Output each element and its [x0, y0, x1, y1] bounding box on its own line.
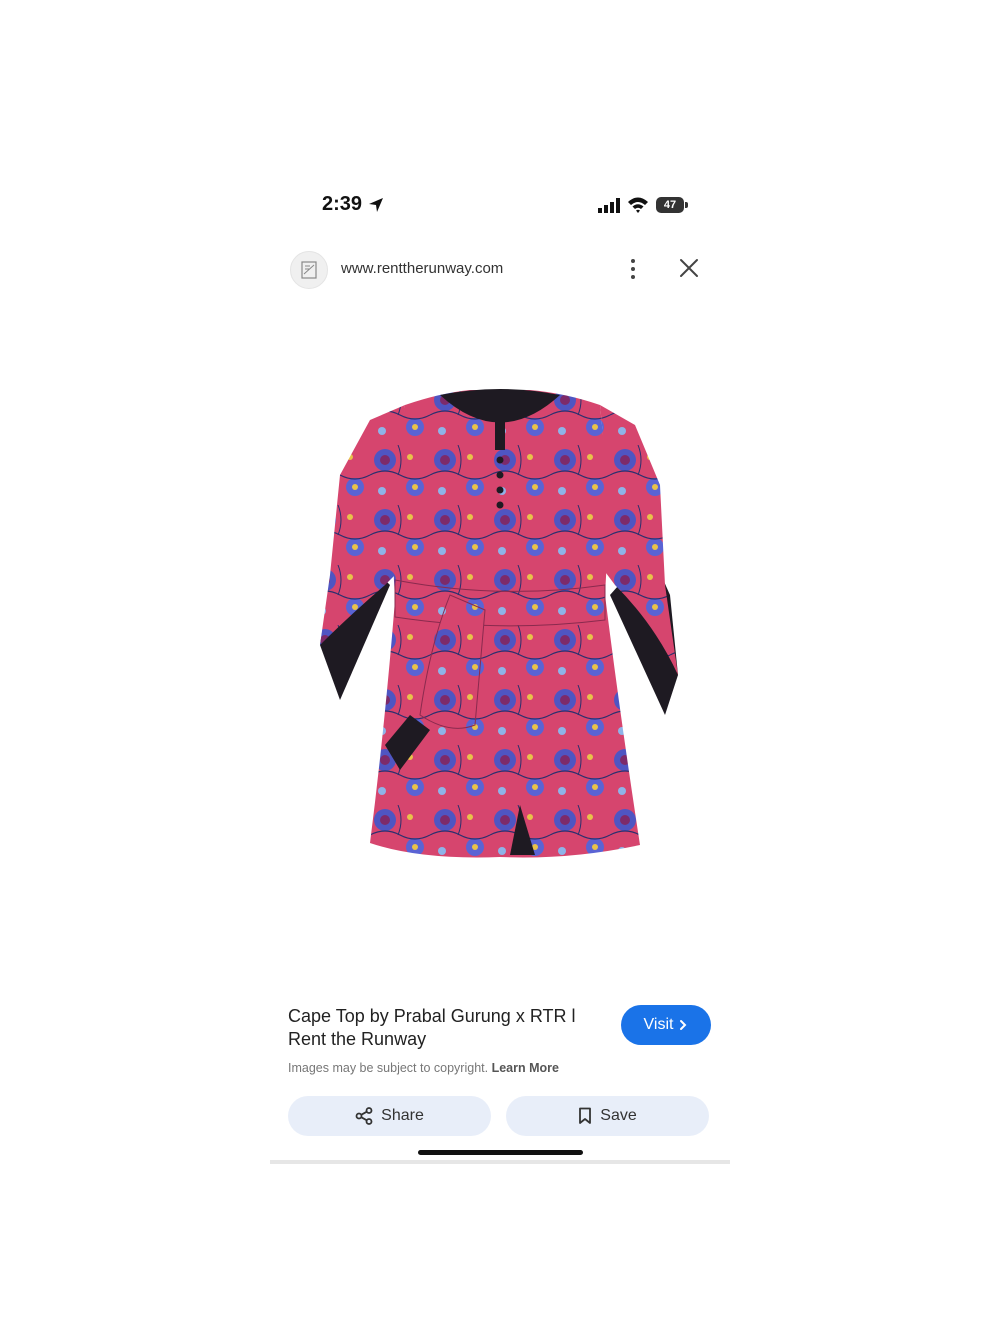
home-indicator[interactable]: [418, 1150, 583, 1155]
copyright-notice: Images may be subject to copyright. Lear…: [288, 1061, 559, 1075]
site-favicon-icon[interactable]: [290, 251, 328, 289]
button-4: [496, 501, 504, 509]
zipper: [495, 390, 505, 450]
close-icon[interactable]: [678, 257, 700, 279]
location-arrow-icon: [369, 198, 383, 212]
cellular-signal-icon: [598, 198, 620, 213]
share-button[interactable]: Share: [288, 1096, 491, 1136]
status-time: 2:39: [322, 193, 363, 215]
share-label: Share: [381, 1107, 424, 1124]
wifi-icon: [628, 197, 648, 213]
copyright-text: Images may be subject to copyright.: [288, 1061, 489, 1075]
url-bar: www.renttherunway.com: [270, 245, 730, 295]
battery-nub: [685, 202, 688, 208]
button-2: [496, 471, 504, 479]
bookmark-icon: [579, 1107, 592, 1124]
visit-button[interactable]: Visit: [621, 1005, 711, 1045]
button-1: [496, 456, 504, 464]
save-label: Save: [600, 1107, 637, 1124]
visit-label: Visit: [643, 1016, 674, 1033]
learn-more-link[interactable]: Learn More: [492, 1061, 559, 1075]
button-3: [496, 486, 504, 494]
share-icon: [355, 1107, 373, 1125]
more-vertical-icon[interactable]: [626, 257, 640, 281]
product-title[interactable]: Cape Top by Prabal Gurung x RTR l Rent t…: [288, 1005, 608, 1051]
product-image[interactable]: [310, 385, 690, 865]
battery-icon: 47: [656, 197, 684, 213]
bottom-divider: [270, 1160, 730, 1164]
save-button[interactable]: Save: [506, 1096, 709, 1136]
url-text[interactable]: www.renttherunway.com: [341, 260, 503, 277]
chevron-right-icon: [680, 1020, 687, 1030]
favicon-glyph-icon: [301, 261, 317, 279]
phone-screen: 2:39 47 www.renttherunway.com Cape Top b…: [270, 170, 730, 1165]
status-bar: 2:39 47: [270, 190, 730, 220]
